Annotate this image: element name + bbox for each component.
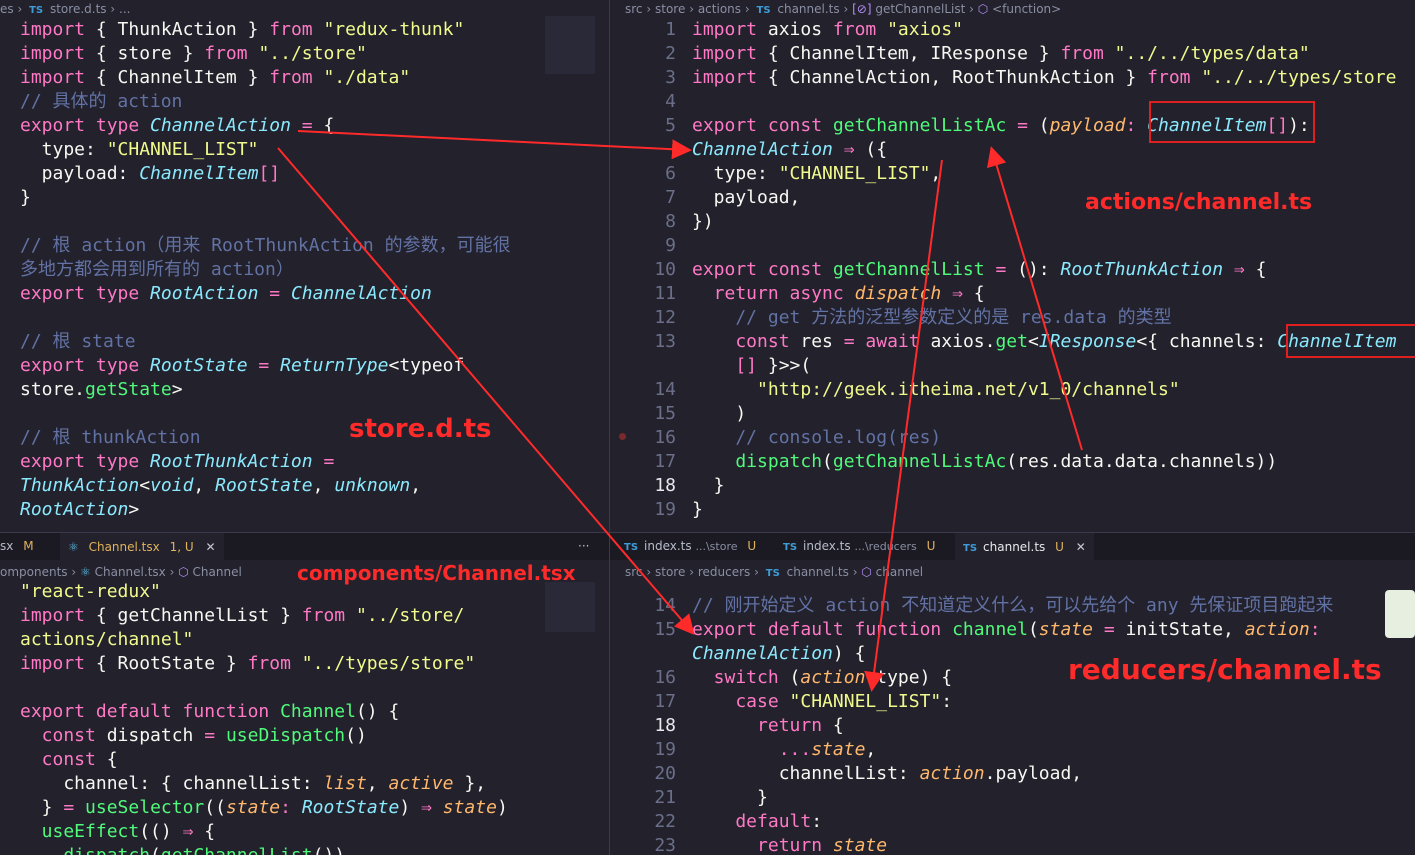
arrow-action-type-to-reducer (277, 147, 695, 636)
arrow-action-type-to-actions (297, 130, 692, 160)
arrow-type-to-switch (864, 159, 943, 692)
arrow-dispatch-to-actioncreator (987, 146, 1083, 451)
annotation-arrows (277, 130, 1083, 692)
